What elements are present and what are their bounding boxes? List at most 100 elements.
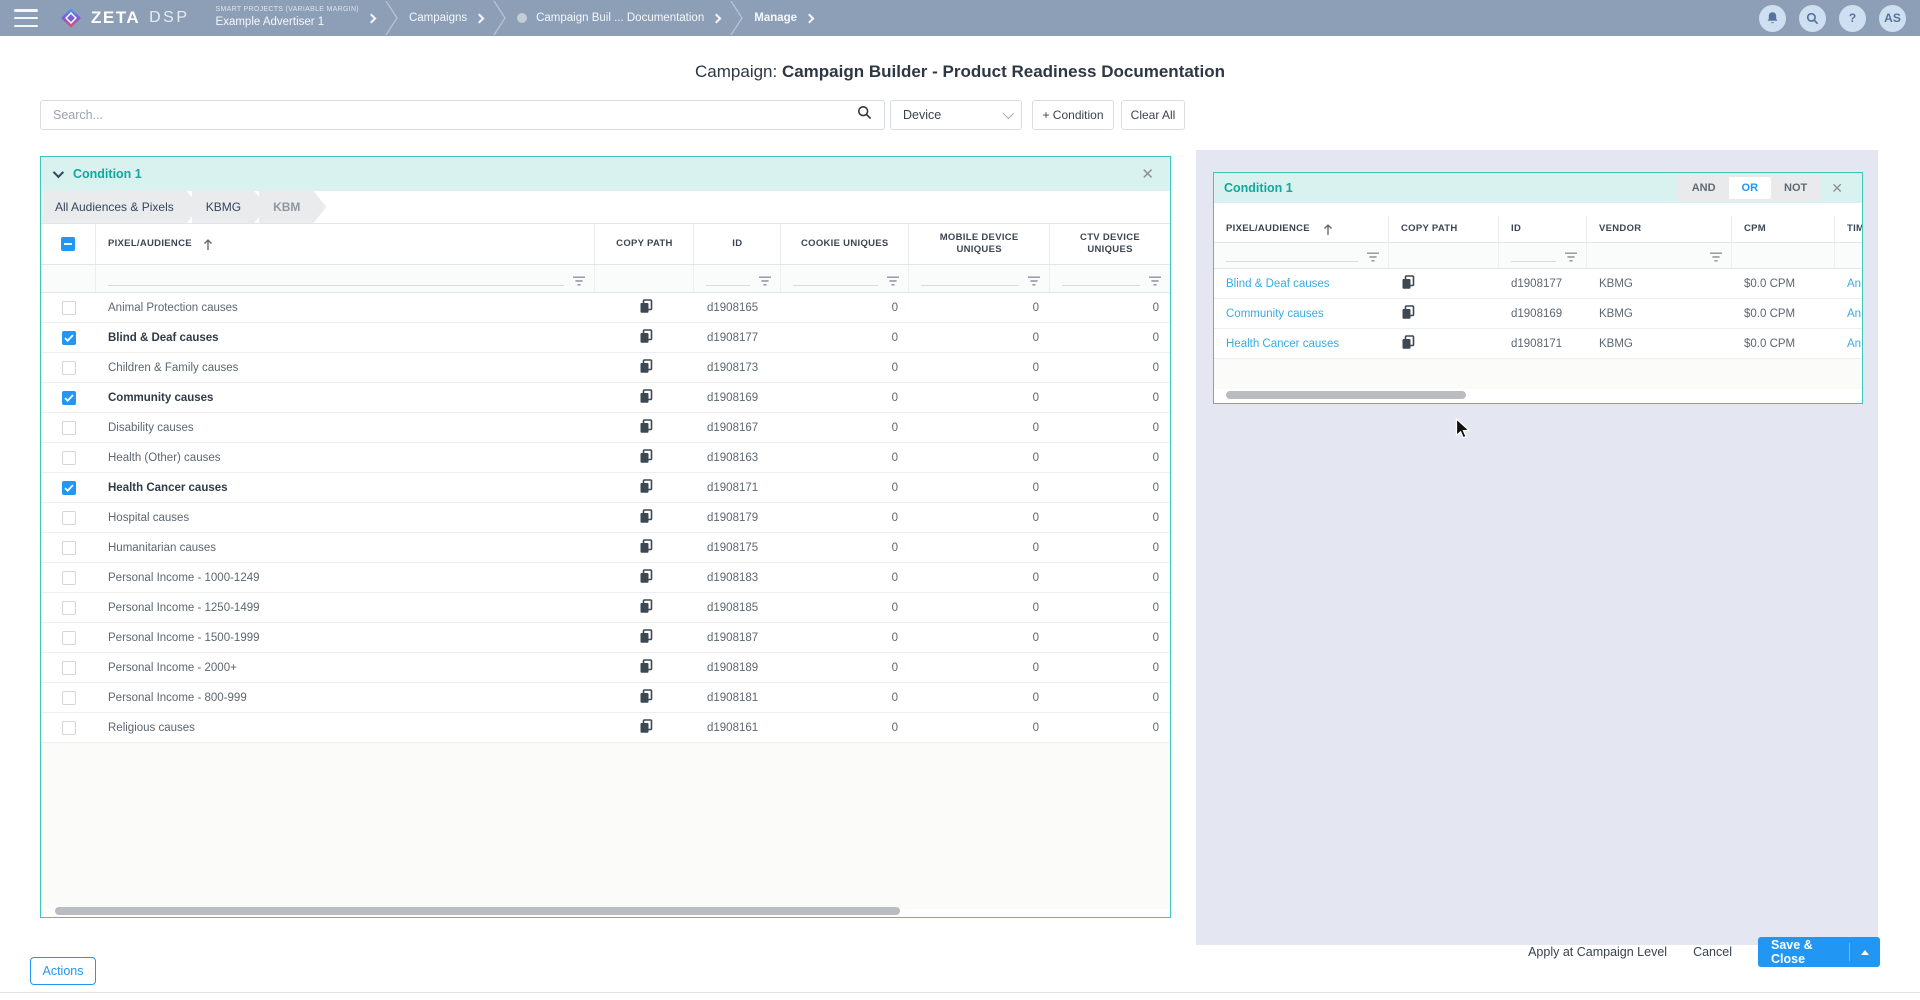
copy-path-icon[interactable] (639, 569, 653, 584)
hamburger-menu-icon[interactable] (14, 9, 38, 27)
audience-name-link[interactable]: Blind & Deaf causes (1214, 278, 1389, 290)
audience-tab-kbm[interactable]: KBM (259, 191, 326, 223)
audience-tab-kbmg[interactable]: KBMG (192, 191, 267, 223)
filter-input[interactable] (108, 272, 565, 286)
filter-icon[interactable] (1564, 252, 1578, 262)
copy-path-icon[interactable] (639, 389, 653, 404)
table-row[interactable]: Children & Family causesd1908173000 (41, 353, 1170, 383)
right-horizontal-scrollbar[interactable] (1214, 391, 1862, 399)
column-header-label[interactable]: PIXEL/AUDIENCE (108, 238, 192, 250)
column-header-label[interactable]: MOBILE DEVICE UNIQUES (921, 232, 1037, 257)
copy-path-icon[interactable] (639, 329, 653, 344)
table-row[interactable]: Personal Income - 1250-1499d1908185000 (41, 593, 1170, 623)
save-menu-caret-icon[interactable] (1861, 950, 1869, 955)
row-checkbox[interactable] (62, 661, 76, 675)
column-header-label[interactable]: ID (1511, 223, 1521, 235)
copy-path-icon[interactable] (639, 659, 653, 674)
close-icon[interactable]: ✕ (1137, 165, 1158, 184)
row-checkbox[interactable] (62, 511, 76, 525)
copy-path-icon[interactable] (639, 299, 653, 314)
row-checkbox[interactable] (62, 571, 76, 585)
left-scrollbar-thumb[interactable] (55, 907, 900, 915)
tim-value[interactable]: An (1835, 308, 1862, 320)
tim-value[interactable]: An (1835, 278, 1862, 290)
column-header-label[interactable]: CTV DEVICE UNIQUES (1062, 232, 1158, 257)
filter-icon[interactable] (572, 276, 586, 286)
sort-asc-icon[interactable] (1322, 223, 1334, 236)
add-condition-button[interactable]: + Condition (1032, 100, 1114, 130)
row-checkbox[interactable] (62, 331, 76, 345)
copy-path-icon[interactable] (639, 539, 653, 554)
operator-or[interactable]: OR (1729, 177, 1772, 199)
copy-path-icon[interactable] (639, 359, 653, 374)
operator-and[interactable]: AND (1679, 177, 1729, 199)
left-horizontal-scrollbar[interactable] (41, 907, 1170, 915)
collapse-chevron-icon[interactable] (53, 167, 64, 178)
audience-tab-all-audiences-pixels[interactable]: All Audiences & Pixels (41, 191, 200, 223)
table-row[interactable]: Personal Income - 800-999d1908181000 (41, 683, 1170, 713)
row-checkbox[interactable] (62, 301, 76, 315)
column-header-label[interactable]: TIM (1847, 223, 1862, 235)
row-checkbox[interactable] (62, 631, 76, 645)
notifications-icon[interactable] (1759, 5, 1786, 32)
column-header-label[interactable]: VENDOR (1599, 223, 1641, 235)
row-checkbox[interactable] (62, 541, 76, 555)
audience-name-link[interactable]: Health Cancer causes (1214, 338, 1389, 350)
copy-path-icon[interactable] (1401, 335, 1415, 350)
table-row[interactable]: Religious causesd1908161000 (41, 713, 1170, 743)
table-row[interactable]: Personal Income - 1500-1999d1908187000 (41, 623, 1170, 653)
selected-audience-row[interactable]: Blind & Deaf causesd1908177KBMG$0.0 CPMA… (1214, 269, 1862, 299)
row-checkbox[interactable] (62, 451, 76, 465)
column-header-label[interactable]: COPY PATH (616, 238, 673, 250)
copy-path-icon[interactable] (639, 599, 653, 614)
right-close-icon[interactable]: ✕ (1822, 176, 1852, 201)
table-row[interactable]: Health Cancer causesd1908171000 (41, 473, 1170, 503)
copy-path-icon[interactable] (639, 629, 653, 644)
filter-input[interactable] (1062, 272, 1140, 286)
clear-all-button[interactable]: Clear All (1121, 100, 1185, 130)
row-checkbox[interactable] (62, 601, 76, 615)
selected-audience-row[interactable]: Community causesd1908169KBMG$0.0 CPMAn (1214, 299, 1862, 329)
selected-audience-row[interactable]: Health Cancer causesd1908171KBMG$0.0 CPM… (1214, 329, 1862, 359)
copy-path-icon[interactable] (639, 689, 653, 704)
table-row[interactable]: Personal Income - 1000-1249d1908183000 (41, 563, 1170, 593)
breadcrumb-item[interactable]: Campaign Buil ... Documentation (507, 11, 730, 25)
filter-icon[interactable] (1709, 252, 1723, 262)
cancel-button[interactable]: Cancel (1693, 945, 1732, 959)
table-row[interactable]: Hospital causesd1908179000 (41, 503, 1170, 533)
breadcrumb-item[interactable]: Manage (744, 11, 823, 25)
filter-icon[interactable] (1366, 252, 1380, 262)
row-checkbox[interactable] (62, 691, 76, 705)
table-row[interactable]: Personal Income - 2000+d1908189000 (41, 653, 1170, 683)
row-checkbox[interactable] (62, 361, 76, 375)
filter-input[interactable] (793, 272, 878, 286)
filter-icon[interactable] (1148, 276, 1162, 286)
save-and-close-button[interactable]: Save & Close (1758, 937, 1880, 967)
table-row[interactable]: Community causesd1908169000 (41, 383, 1170, 413)
breadcrumb-item[interactable]: Campaigns (399, 11, 493, 25)
actions-button[interactable]: Actions (30, 957, 96, 985)
filter-input[interactable] (1511, 248, 1556, 262)
column-header-label[interactable]: COPY PATH (1401, 223, 1458, 235)
column-header-label[interactable]: PIXEL/AUDIENCE (1226, 223, 1310, 235)
copy-path-icon[interactable] (639, 509, 653, 524)
filter-input[interactable] (921, 272, 1019, 286)
row-checkbox[interactable] (62, 391, 76, 405)
help-icon[interactable]: ? (1839, 5, 1866, 32)
table-row[interactable]: Humanitarian causesd1908175000 (41, 533, 1170, 563)
sort-asc-icon[interactable] (202, 238, 214, 251)
column-header-label[interactable]: ID (732, 238, 742, 250)
tim-value[interactable]: An (1835, 338, 1862, 350)
filter-input[interactable] (1226, 248, 1358, 262)
zeta-dsp-logo[interactable]: ZETA DSP (58, 5, 190, 31)
row-checkbox[interactable] (62, 721, 76, 735)
copy-path-icon[interactable] (1401, 275, 1415, 290)
breadcrumb-item[interactable]: SMART PROJECTS (VARIABLE MARGIN)Example … (206, 6, 385, 29)
search-input[interactable] (41, 108, 857, 122)
table-row[interactable]: Disability causesd1908167000 (41, 413, 1170, 443)
column-header-label[interactable]: CPM (1744, 223, 1766, 235)
copy-path-icon[interactable] (639, 419, 653, 434)
select-all-checkbox[interactable] (61, 237, 75, 251)
row-checkbox[interactable] (62, 481, 76, 495)
filter-input[interactable] (706, 272, 750, 286)
